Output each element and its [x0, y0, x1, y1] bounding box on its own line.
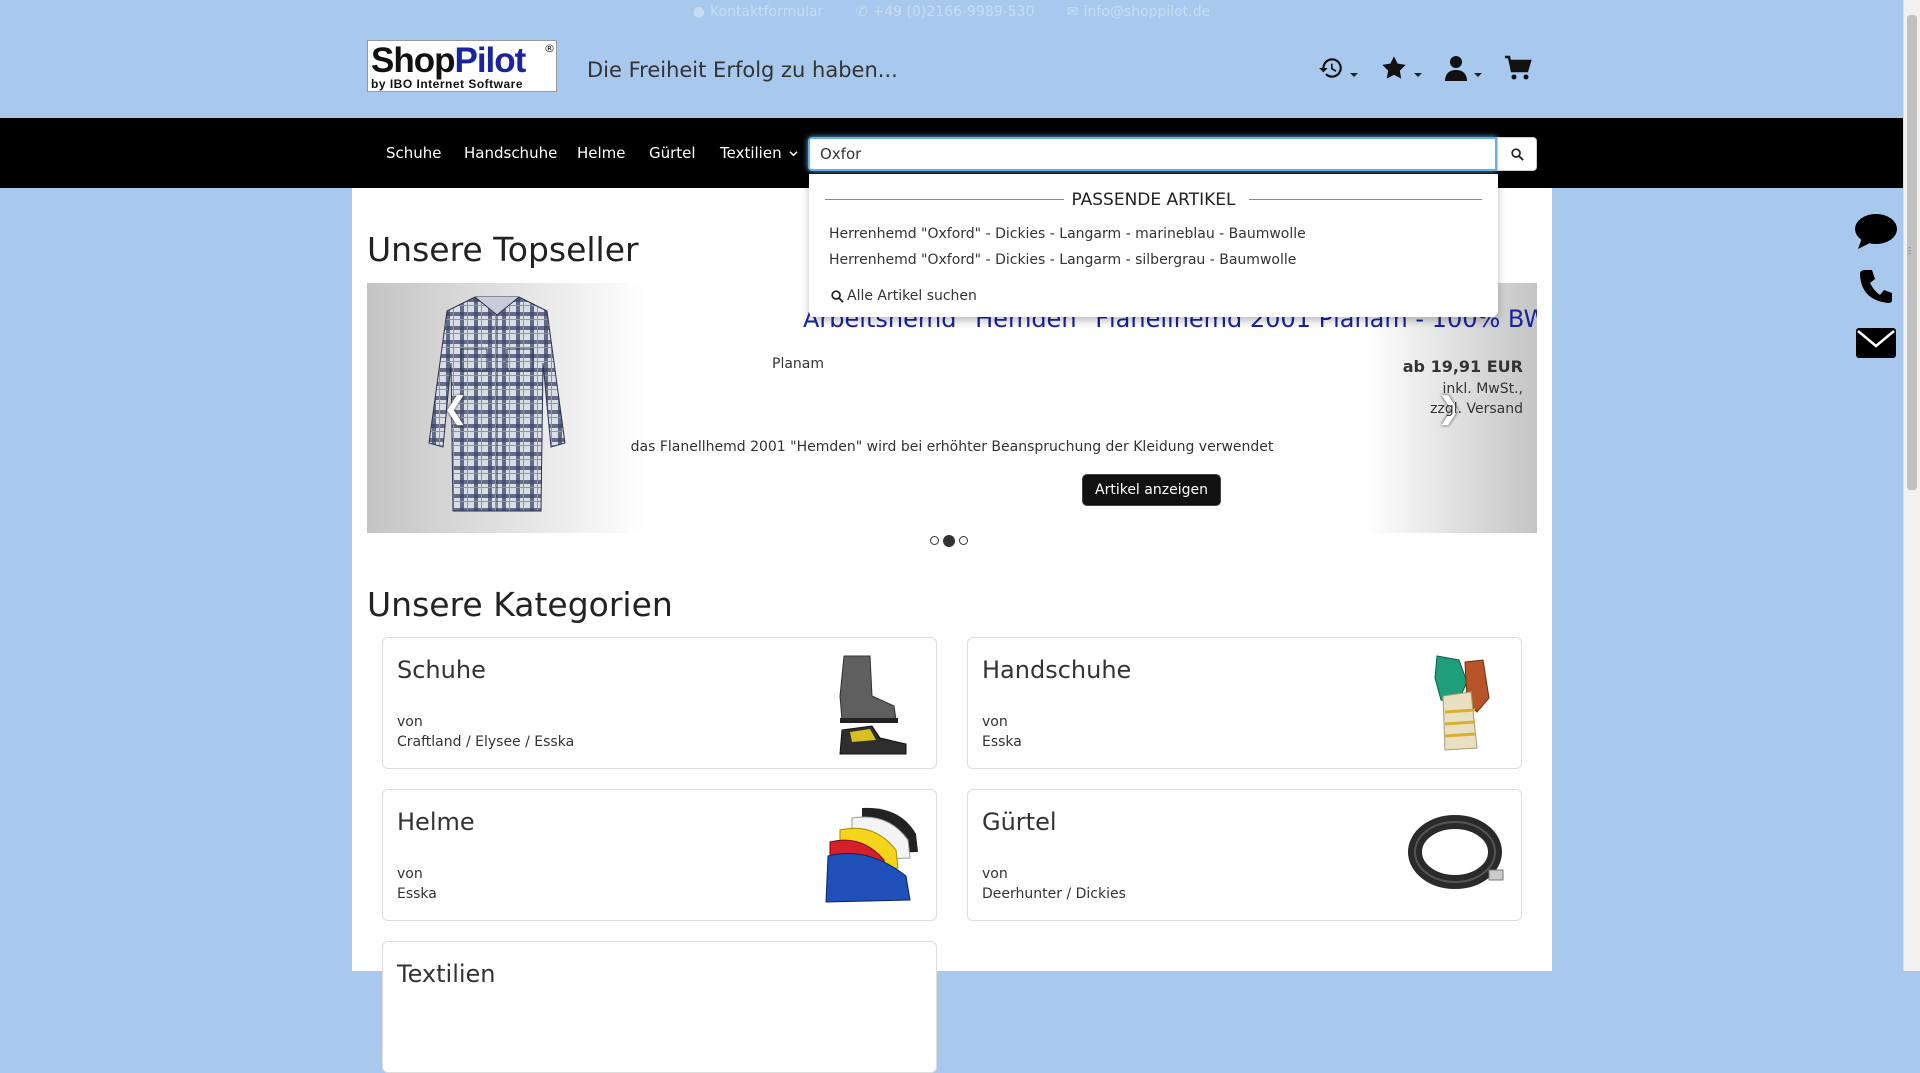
search-suggestions-dropdown: PASSENDE ARTIKEL Herrenhemd "Oxford" - D… [809, 174, 1498, 317]
logo-registered-mark: ® [544, 42, 555, 55]
category-brands: Esska [982, 734, 1022, 750]
contact-form-link[interactable]: ● Kontaktformular [693, 4, 824, 20]
history-menu[interactable] [1318, 55, 1358, 81]
category-card-textilien[interactable]: Textilien [382, 941, 937, 1073]
wishlist-menu[interactable] [1380, 54, 1422, 82]
search-input[interactable] [808, 137, 1497, 171]
logo-subline: by IBO Internet Software [371, 77, 524, 91]
envelope-icon: ✉ [1066, 4, 1079, 20]
nav-item-textilien[interactable]: Textilien [720, 144, 798, 162]
carousel-indicators [930, 535, 972, 547]
shop-logo[interactable]: ShopPilot ® by IBO Internet Software [367, 40, 557, 92]
logo-wordmark: ShopPilot [371, 41, 526, 80]
side-chat-button[interactable] [1853, 212, 1899, 250]
carousel-prev-arrow[interactable]: ❮ [443, 391, 468, 426]
carousel-dot-3[interactable] [959, 536, 968, 545]
shipping-link[interactable]: zzgl. Versand [1430, 399, 1523, 419]
categories-heading: Unsere Kategorien [367, 585, 673, 624]
category-brands: Esska [397, 886, 437, 902]
product-price: ab 19,91 EUR [1402, 357, 1523, 376]
category-title: Handschuhe [982, 656, 1132, 684]
chat-icon [1855, 214, 1897, 249]
category-card-guertel[interactable]: Gürtel von Deerhunter / Dickies [967, 789, 1522, 921]
category-image-helmets [825, 807, 918, 903]
category-card-helme[interactable]: Helme von Esska [382, 789, 937, 921]
page-scrollbar[interactable]: --- [1903, 0, 1920, 971]
chevron-down-icon [1474, 73, 1482, 77]
account-menu[interactable] [1444, 55, 1482, 81]
search-all-label: Alle Artikel suchen [847, 288, 977, 304]
suggestion-item-1[interactable]: Herrenhemd "Oxford" - Dickies - Langarm … [829, 226, 1306, 242]
side-phone-button[interactable] [1853, 268, 1899, 304]
search-icon [1510, 147, 1524, 161]
topseller-carousel: ❮ ❯ Arbeitshemd "Hemden" Flanellhemd 200… [367, 283, 1537, 533]
chat-icon: ● [692, 4, 706, 20]
suggestions-heading: PASSENDE ARTIKEL [1071, 190, 1236, 210]
nav-item-schuhe[interactable]: Schuhe [386, 144, 442, 162]
topseller-heading: Unsere Topseller [367, 230, 639, 269]
side-email-button[interactable] [1853, 326, 1899, 360]
nav-item-textilien-label: Textilien [720, 144, 782, 162]
phone-label: +49 (0)2166-9989-530 [872, 4, 1035, 20]
contact-form-label: Kontaktformular [710, 4, 824, 20]
product-brand: Planam [772, 356, 825, 372]
email-link[interactable]: ✉ info@shoppilot.de [1067, 4, 1210, 20]
category-image-belt [1408, 815, 1504, 889]
chevron-down-icon [1350, 73, 1358, 77]
envelope-icon [1856, 328, 1896, 358]
category-title: Helme [397, 808, 475, 836]
show-article-button[interactable]: Artikel anzeigen [1082, 474, 1221, 506]
suggestion-item-2[interactable]: Herrenhemd "Oxford" - Dickies - Langarm … [829, 252, 1296, 268]
phone-icon [1860, 270, 1892, 303]
carousel-dot-1[interactable] [930, 536, 939, 545]
category-image-gloves [1434, 655, 1490, 751]
phone-icon: ✆ [855, 4, 868, 20]
category-title: Schuhe [397, 656, 486, 684]
nav-item-guertel[interactable]: Gürtel [649, 144, 696, 162]
cart-button[interactable] [1504, 55, 1532, 81]
chevron-down-icon [789, 151, 798, 157]
cart-icon [1505, 55, 1532, 80]
chevron-down-icon [1414, 73, 1422, 77]
phone-link[interactable]: ✆ +49 (0)2166-9989-530 [856, 4, 1035, 20]
top-contact-bar: ● Kontaktformular ✆ +49 (0)2166-9989-530 ✉… [0, 4, 1903, 22]
nav-item-handschuhe[interactable]: Handschuhe [464, 144, 557, 162]
product-description: das Flanellhemd 2001 "Hemden" wird bei e… [630, 439, 1274, 455]
category-card-handschuhe[interactable]: Handschuhe von Esska [967, 637, 1522, 769]
header-icons [1318, 54, 1554, 82]
search-all-articles-link[interactable]: Alle Artikel suchen [831, 288, 977, 304]
product-tax-info: inkl. MwSt., zzgl. Versand [1430, 381, 1523, 419]
history-icon [1319, 58, 1342, 78]
search-icon [831, 289, 844, 303]
user-icon [1445, 56, 1467, 81]
category-title: Textilien [397, 960, 496, 988]
category-brands: Deerhunter / Dickies [982, 886, 1126, 902]
shop-slogan: Die Freiheit Erfolg zu haben... [587, 58, 898, 82]
star-icon [1382, 56, 1406, 79]
email-label: info@shoppilot.de [1083, 4, 1211, 20]
nav-item-helme[interactable]: Helme [577, 144, 626, 162]
search-button[interactable] [1497, 137, 1537, 171]
category-image-shoes [839, 655, 907, 755]
category-brands: Craftland / Elysee / Esska [397, 734, 575, 750]
carousel-dot-2[interactable] [943, 535, 955, 547]
category-card-schuhe[interactable]: Schuhe von Craftland / Elysee / Esska [382, 637, 937, 769]
category-title: Gürtel [982, 808, 1057, 836]
